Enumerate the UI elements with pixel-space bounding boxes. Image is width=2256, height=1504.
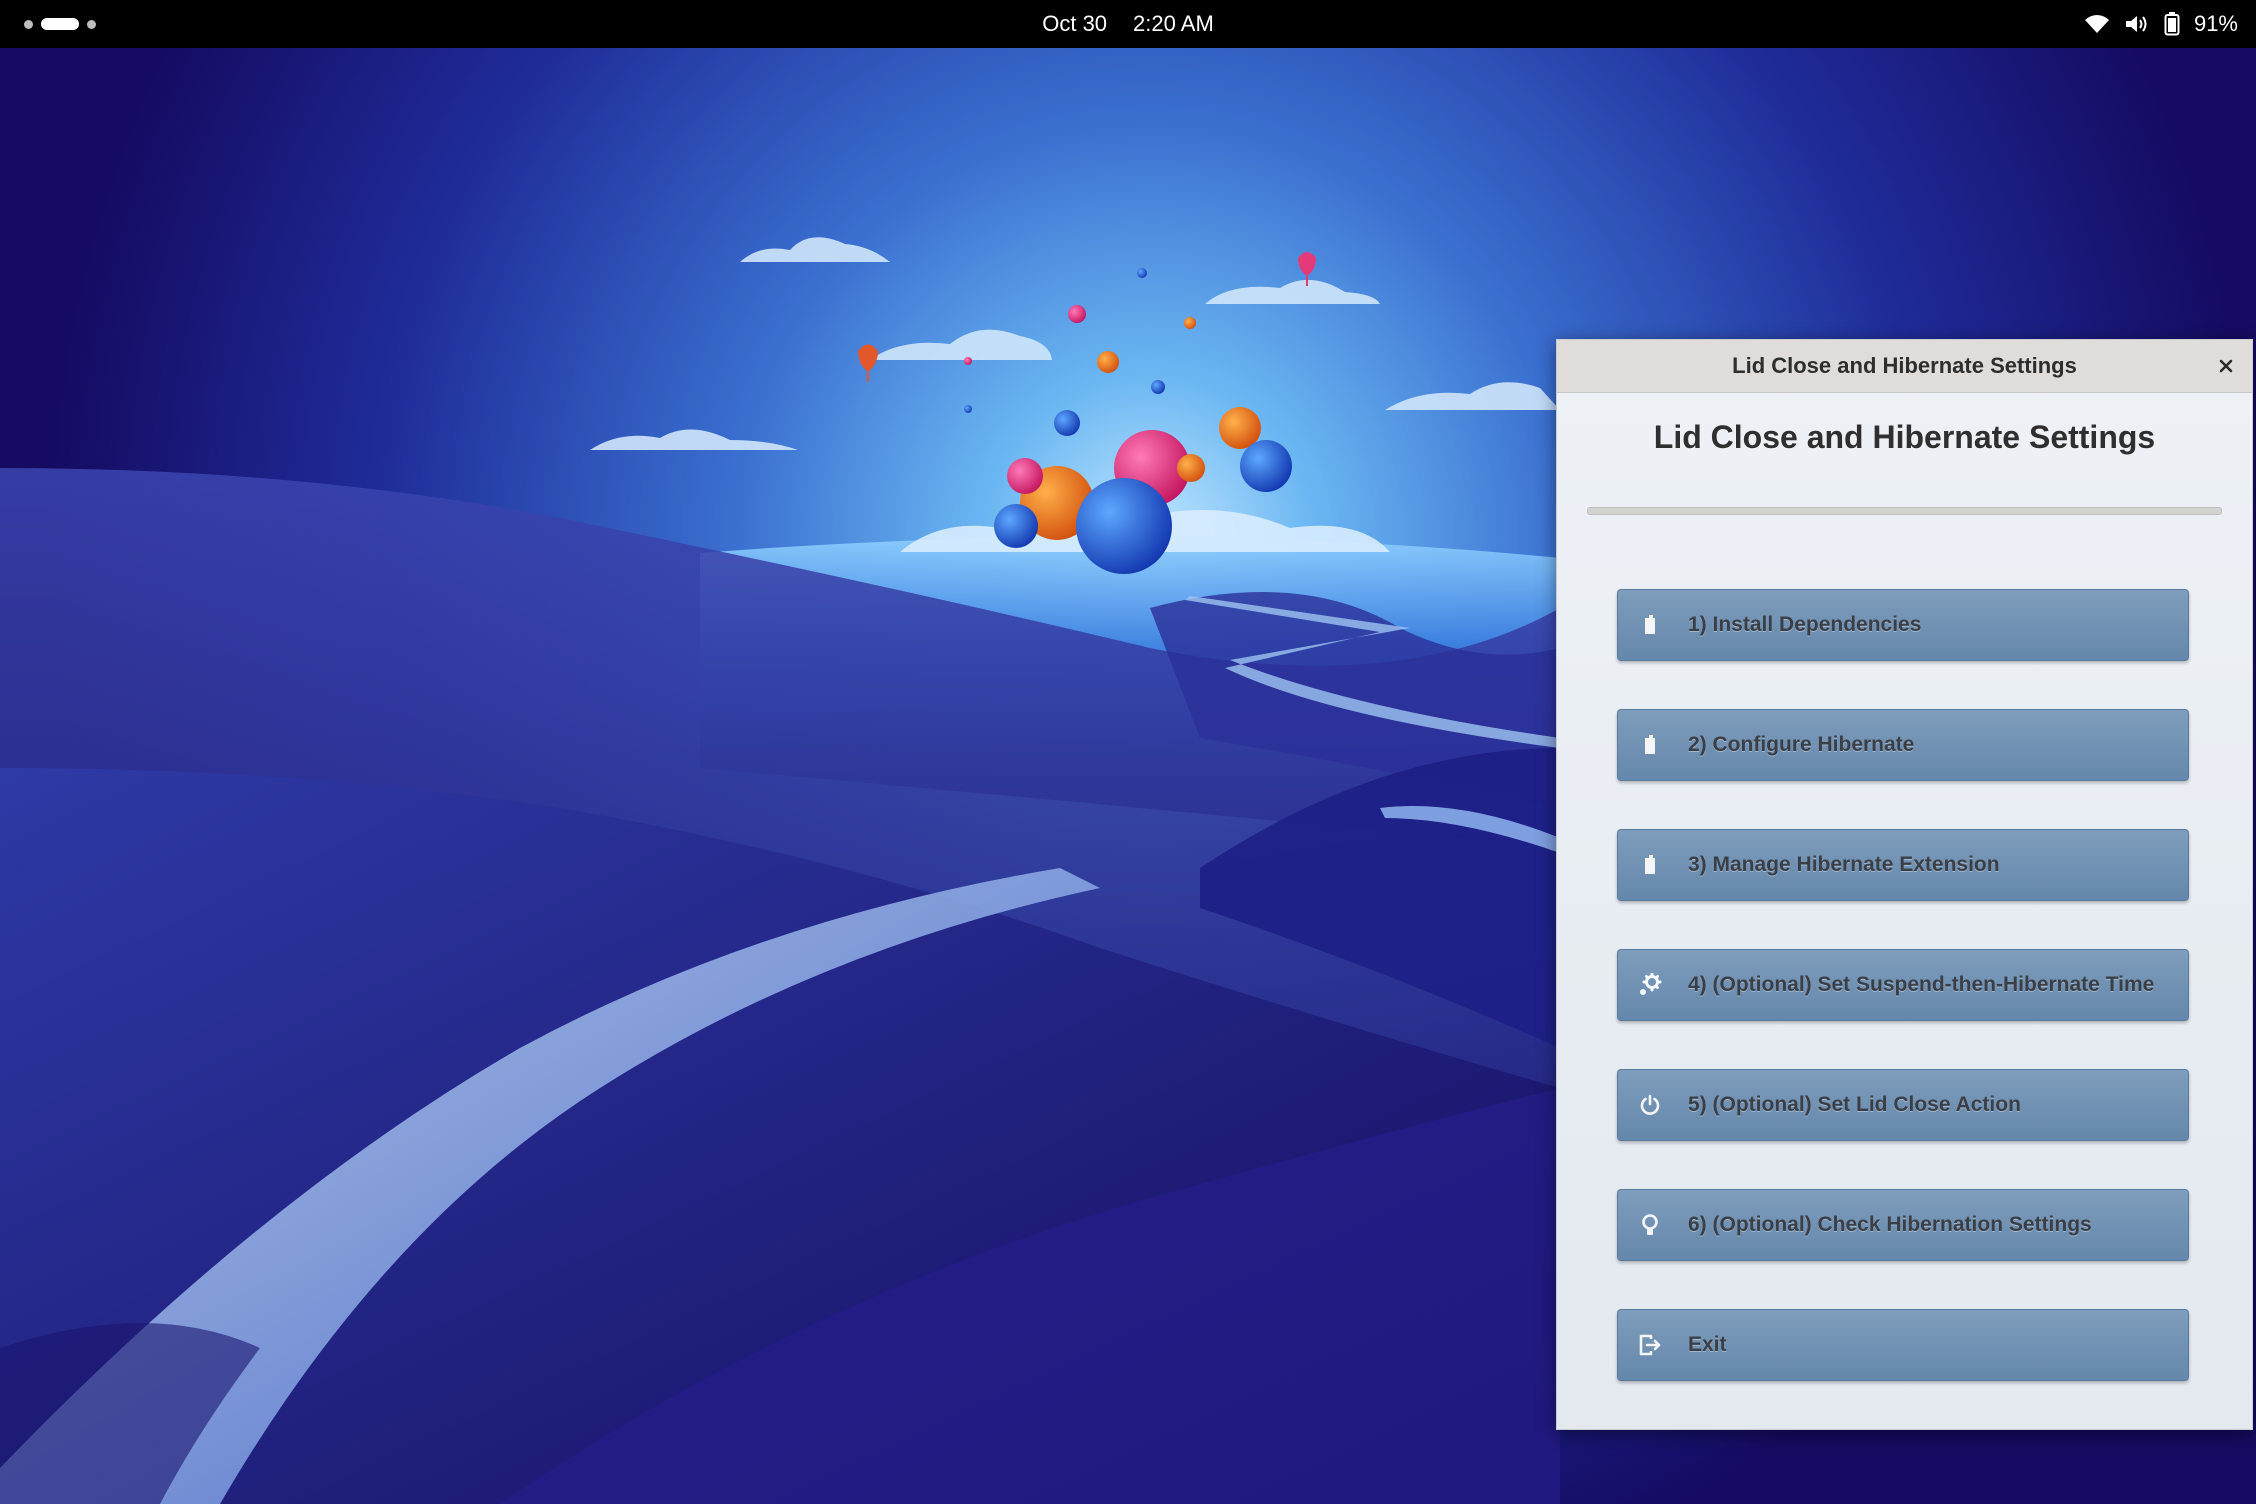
workspace-active[interactable]: [41, 18, 79, 30]
button-label: 2) Configure Hibernate: [1688, 733, 1915, 756]
button-label: 4) (Optional) Set Suspend-then-Hibernate…: [1688, 973, 2155, 996]
exit-icon: [1636, 1331, 1664, 1359]
button-label: 6) (Optional) Check Hibernation Settings: [1688, 1213, 2092, 1236]
workspace-indicator[interactable]: [24, 17, 96, 31]
button-label: 1) Install Dependencies: [1688, 613, 1922, 636]
window-title: Lid Close and Hibernate Settings: [1732, 353, 2077, 378]
lightbulb-icon: [1636, 1211, 1664, 1239]
workspace-dot[interactable]: [24, 19, 33, 29]
install-dependencies-button[interactable]: 1) Install Dependencies: [1617, 589, 2189, 661]
wifi-icon[interactable]: [2084, 13, 2110, 35]
package-icon: [1636, 851, 1664, 879]
clock: Oct 30 2:20 AM: [0, 0, 2256, 48]
top-bar: Oct 30 2:20 AM 91%: [0, 0, 2256, 48]
battery-icon[interactable]: [2164, 12, 2180, 36]
package-icon: [1636, 611, 1664, 639]
system-tray[interactable]: 91%: [2084, 0, 2238, 48]
set-lid-close-action-button[interactable]: 5) (Optional) Set Lid Close Action: [1617, 1069, 2189, 1141]
close-button[interactable]: [2212, 352, 2240, 380]
time-label[interactable]: 2:20 AM: [1133, 11, 1214, 37]
progress-bar: [1587, 507, 2222, 515]
volume-icon[interactable]: [2124, 13, 2150, 35]
date-label[interactable]: Oct 30: [1042, 11, 1107, 37]
button-label: 5) (Optional) Set Lid Close Action: [1688, 1093, 2021, 1116]
close-icon: [2219, 359, 2233, 373]
manage-hibernate-extension-button[interactable]: 3) Manage Hibernate Extension: [1617, 829, 2189, 901]
dialog-heading: Lid Close and Hibernate Settings: [1653, 419, 2156, 455]
workspace-dot[interactable]: [87, 19, 96, 29]
settings-dialog: Lid Close and Hibernate Settings Lid Clo…: [1556, 339, 2253, 1430]
action-menu: 1) Install Dependencies 2) Configure Hib…: [1617, 589, 2191, 1429]
dialog-titlebar[interactable]: Lid Close and Hibernate Settings: [1557, 340, 2252, 393]
check-hibernation-settings-button[interactable]: 6) (Optional) Check Hibernation Settings: [1617, 1189, 2189, 1261]
gear-icon: [1636, 971, 1664, 999]
package-icon: [1636, 731, 1664, 759]
button-label: Exit: [1688, 1333, 1727, 1356]
exit-button[interactable]: Exit: [1617, 1309, 2189, 1381]
power-icon: [1636, 1091, 1664, 1119]
set-suspend-then-hibernate-time-button[interactable]: 4) (Optional) Set Suspend-then-Hibernate…: [1617, 949, 2189, 1021]
configure-hibernate-button[interactable]: 2) Configure Hibernate: [1617, 709, 2189, 781]
battery-percentage[interactable]: 91%: [2194, 11, 2238, 37]
button-label: 3) Manage Hibernate Extension: [1688, 853, 2000, 876]
